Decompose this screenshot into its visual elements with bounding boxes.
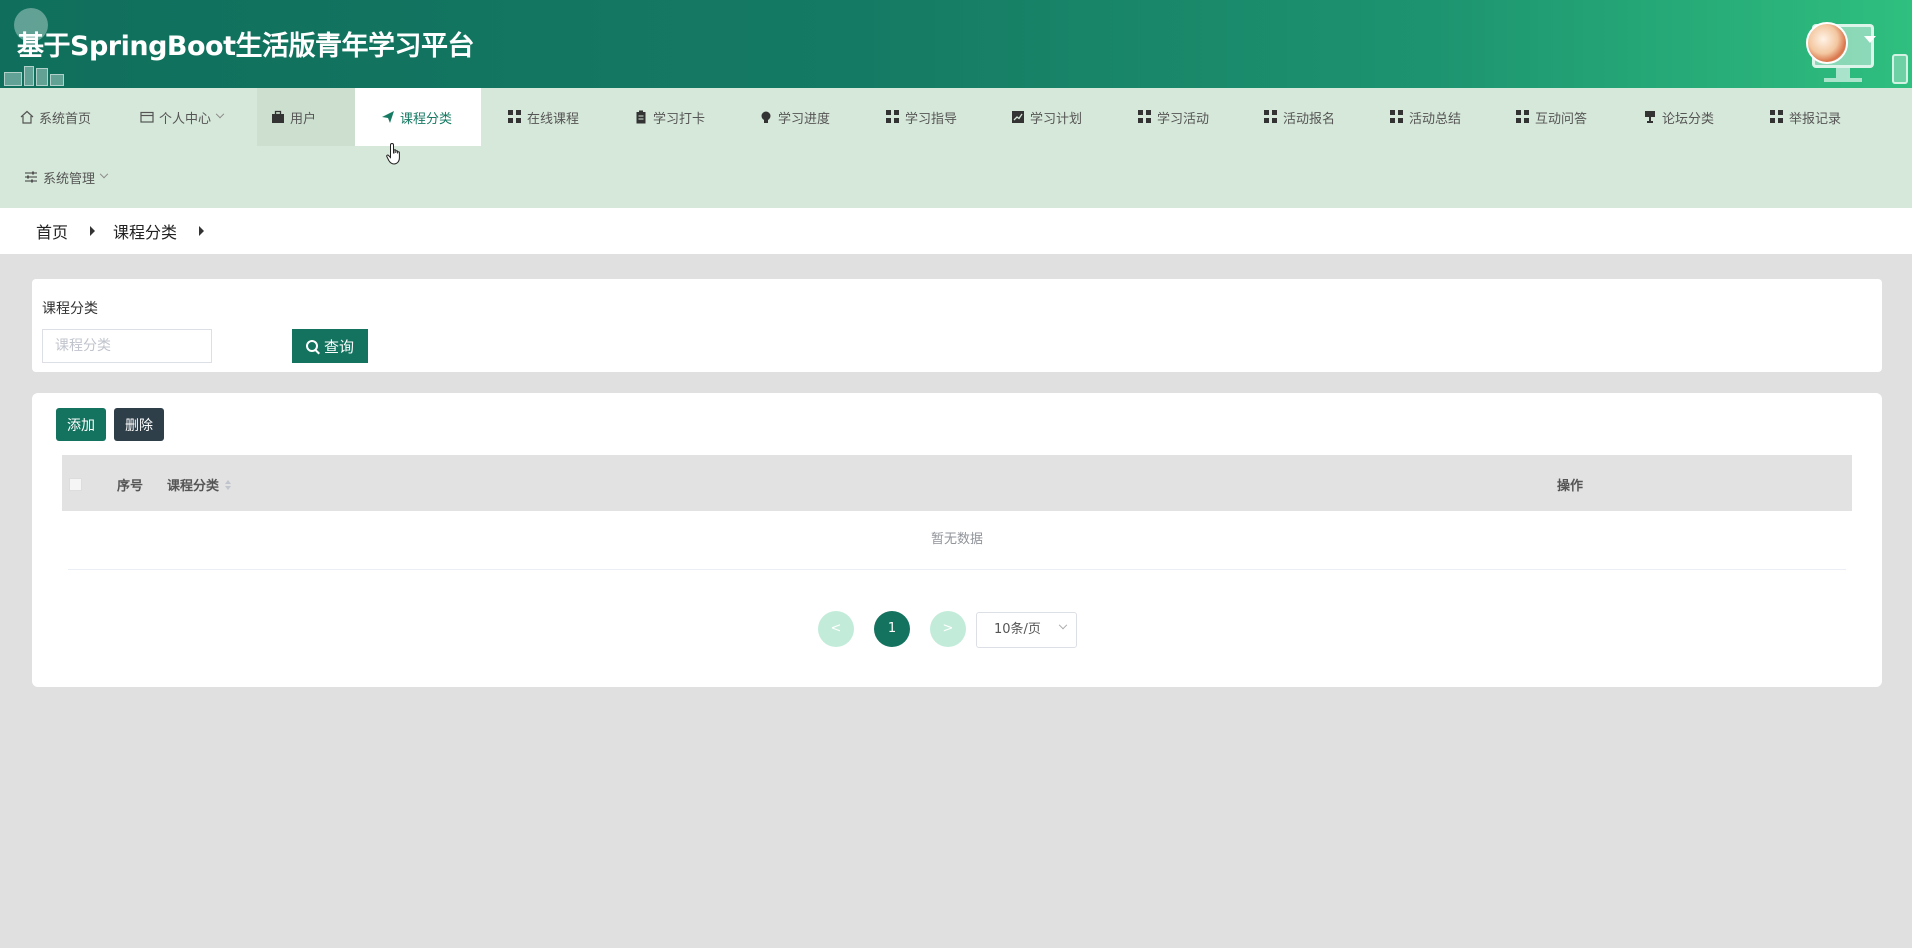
- nav-item-study-plan[interactable]: 学习计划: [997, 88, 1096, 146]
- chart-icon: [1011, 110, 1025, 124]
- nav-label: 互动问答: [1535, 111, 1588, 127]
- nav-item-activity-summary[interactable]: 活动总结: [1376, 88, 1475, 146]
- column-header-category-label: 课程分类: [167, 479, 220, 494]
- column-header-actions: 操作: [1557, 479, 1584, 494]
- bulb-icon: [759, 110, 773, 124]
- nav-item-online-course[interactable]: 在线课程: [494, 88, 593, 146]
- wallet-icon: [140, 110, 154, 124]
- nav-item-activity-signup[interactable]: 活动报名: [1250, 88, 1349, 146]
- nav-item-personal-center[interactable]: 个人中心: [126, 88, 237, 146]
- books-decoration: [4, 64, 66, 86]
- chevron-down-icon: [215, 109, 225, 119]
- main-nav: 系统首页 个人中心 用户 课程分类 在线课程 学习打卡 学习进度 学习指导 学习…: [0, 88, 1912, 208]
- breadcrumb: 首页 课程分类: [0, 208, 1912, 254]
- pagination-next-button[interactable]: >: [930, 611, 966, 647]
- grid-icon: [1138, 110, 1152, 124]
- user-avatar[interactable]: [1806, 22, 1848, 64]
- nav-item-interactive-qa[interactable]: 互动问答: [1502, 88, 1601, 146]
- pagination-page-1[interactable]: 1: [874, 611, 910, 647]
- table-panel: 添加 删除 序号 课程分类 操作 暂无数据 < 1 > 10条/页: [32, 393, 1882, 687]
- phone-decoration: [1892, 54, 1908, 84]
- nav-item-study-guidance[interactable]: 学习指导: [872, 88, 971, 146]
- nav-item-study-progress[interactable]: 学习进度: [745, 88, 844, 146]
- nav-item-course-category[interactable]: 课程分类: [355, 88, 481, 146]
- grid-icon: [1264, 110, 1278, 124]
- add-button[interactable]: 添加: [56, 408, 106, 441]
- query-button-label: 查询: [323, 337, 354, 356]
- avatar-dropdown-icon[interactable]: [1864, 36, 1876, 43]
- delete-button[interactable]: 删除: [114, 408, 164, 441]
- nav-label: 课程分类: [400, 111, 453, 127]
- nav-item-study-checkin[interactable]: 学习打卡: [620, 88, 719, 146]
- sliders-icon: [24, 170, 38, 184]
- nav-label: 学习打卡: [653, 111, 706, 127]
- chevron-down-icon: [1058, 620, 1068, 630]
- nav-item-home[interactable]: 系统首页: [6, 88, 105, 146]
- page-size-select[interactable]: 10条/页: [976, 612, 1077, 648]
- grid-icon: [1516, 110, 1530, 124]
- briefcase-icon: [271, 110, 285, 124]
- search-icon: [305, 340, 318, 352]
- query-button[interactable]: 查询: [292, 329, 368, 363]
- clipboard-icon: [634, 110, 648, 124]
- empty-table-text: 暂无数据: [930, 532, 983, 547]
- grid-icon: [886, 110, 900, 124]
- nav-label: 个人中心: [159, 111, 212, 127]
- breadcrumb-current: 课程分类: [113, 223, 178, 242]
- nav-label: 学习活动: [1157, 111, 1210, 127]
- nav-item-users[interactable]: 用户: [257, 88, 355, 146]
- app-title: 基于SpringBoot生活版青年学习平台: [17, 31, 474, 62]
- table-divider: [68, 569, 1846, 570]
- sort-icon[interactable]: [225, 479, 232, 491]
- chevron-right-icon: [199, 226, 205, 236]
- grid-icon: [508, 110, 522, 124]
- grid-icon: [1390, 110, 1404, 124]
- chevron-down-icon: [99, 169, 109, 179]
- nav-item-forum-category[interactable]: 论坛分类: [1629, 88, 1728, 146]
- nav-label: 学习计划: [1030, 111, 1083, 127]
- home-icon: [20, 110, 34, 124]
- chevron-right-icon: [90, 226, 96, 236]
- table-header: 序号 课程分类 操作: [62, 455, 1852, 511]
- nav-label: 学习指导: [905, 111, 958, 127]
- course-category-search-input[interactable]: [42, 329, 212, 363]
- grid-icon: [1770, 110, 1784, 124]
- nav-item-study-activity[interactable]: 学习活动: [1124, 88, 1223, 146]
- hand-cursor-icon: [386, 142, 400, 165]
- nav-label: 用户: [290, 111, 317, 127]
- nav-label: 举报记录: [1789, 111, 1842, 127]
- nav-label: 活动报名: [1283, 111, 1336, 127]
- nav-label: 学习进度: [778, 111, 831, 127]
- select-all-checkbox[interactable]: [69, 478, 82, 491]
- nav-item-report-records[interactable]: 举报记录: [1756, 88, 1855, 146]
- search-label: 课程分类: [42, 301, 98, 317]
- nav-item-system-management[interactable]: 系统管理: [10, 148, 121, 206]
- trophy-icon: [1643, 110, 1657, 124]
- column-header-index: 序号: [117, 479, 144, 494]
- column-header-category[interactable]: 课程分类: [167, 475, 232, 494]
- search-panel: 课程分类 查询: [32, 279, 1882, 372]
- nav-label: 系统管理: [43, 171, 96, 187]
- nav-label: 活动总结: [1409, 111, 1462, 127]
- send-icon: [381, 110, 395, 124]
- nav-label: 在线课程: [527, 111, 580, 127]
- nav-label: 论坛分类: [1662, 111, 1715, 127]
- page-size-value: 10条/页: [994, 622, 1041, 637]
- breadcrumb-home[interactable]: 首页: [36, 219, 68, 243]
- top-header: 基于SpringBoot生活版青年学习平台: [0, 0, 1912, 88]
- pagination-prev-button[interactable]: <: [818, 611, 854, 647]
- nav-label: 系统首页: [39, 111, 92, 127]
